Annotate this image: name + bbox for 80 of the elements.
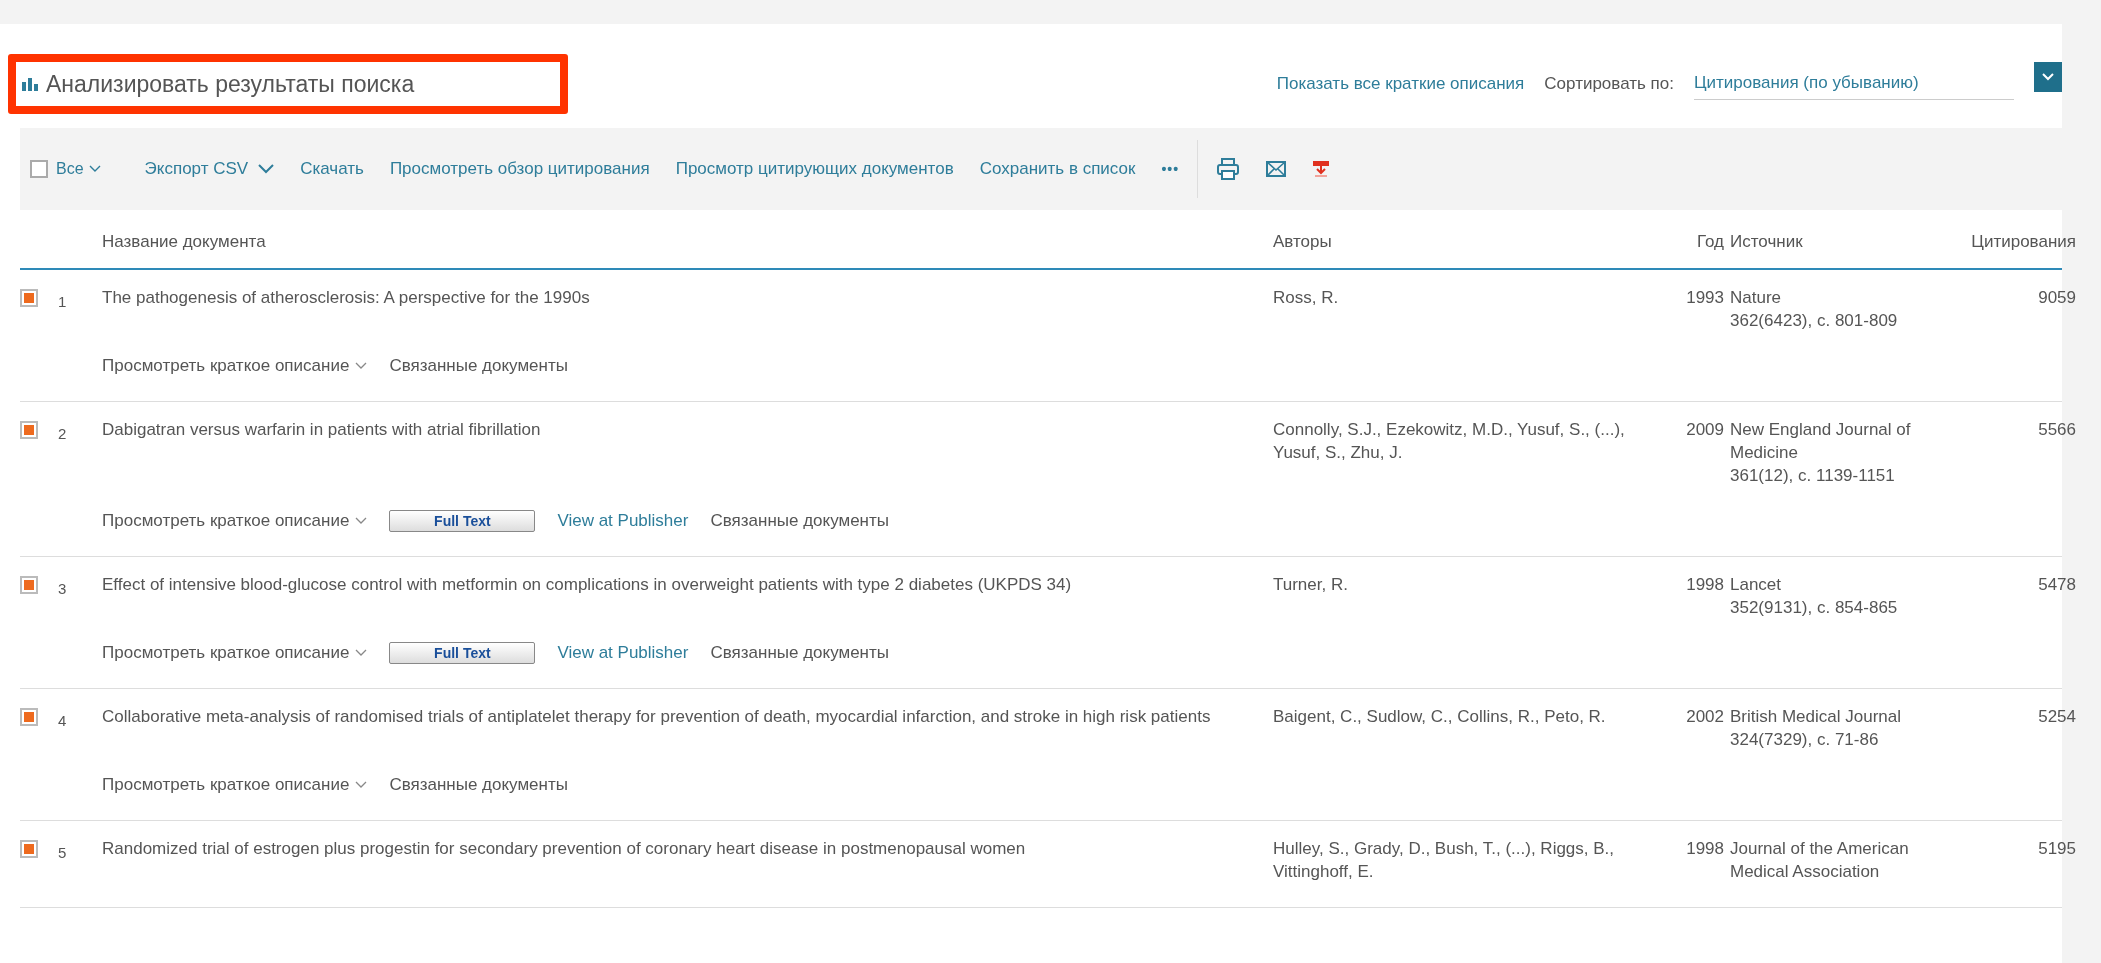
source-cell-text: Nature [1730, 287, 1783, 309]
toolbar-link[interactable]: Просмотреть обзор цитирования [389, 159, 650, 179]
chevron-down-icon [355, 648, 368, 657]
action-link[interactable]: View at Publisher [557, 641, 689, 664]
authors-cell-text: Hulley, S., Grady, D., Bush, T., (...), Riggs, B., Vittinghoff, E. [1273, 838, 1616, 883]
action-link[interactable]: Связанные документы [710, 509, 889, 532]
year-cell-text: 2002 [1685, 706, 1724, 728]
document-title-link[interactable]: Randomized trial of estrogen plus progestin for secondary prevention of coronary heart disease in postmenopausal women [102, 837, 1267, 883]
year-cell-text: 2009 [1685, 419, 1724, 441]
source-cell-text: Journal of the American Medical Association [1730, 838, 1910, 883]
chevron-down-icon [2041, 72, 2055, 82]
action-link[interactable]: Связанные документы [389, 773, 568, 796]
citations-cell-text: 5195 [2037, 838, 2076, 860]
row-number: 4 [58, 711, 68, 731]
select-all-dropdown[interactable]: Все [56, 160, 101, 178]
select-all-checkbox[interactable] [30, 160, 48, 178]
year-cell-text: 1998 [1685, 574, 1724, 596]
citations-cell-text: 5254 [2037, 706, 2076, 728]
row-checkbox[interactable] [20, 576, 38, 594]
bar-chart-icon [22, 77, 38, 91]
full-text-button[interactable]: Full Text [389, 509, 536, 532]
full-text-button[interactable]: Full Text [389, 641, 536, 664]
action-link[interactable]: Связанные документы [389, 354, 568, 377]
row-checkbox[interactable] [20, 708, 38, 726]
row-number: 5 [58, 843, 68, 863]
source-cell-text: 361(12), c. 1139-1151 [1730, 465, 1896, 487]
chevron-down-icon [88, 165, 101, 173]
action-link[interactable]: View at Publisher [557, 509, 689, 532]
dropdown-button[interactable] [2034, 62, 2062, 92]
source-cell-text: British Medical Journal [1730, 706, 1902, 728]
citations-cell-text: 5478 [2037, 574, 2076, 596]
pdf-icon[interactable] [1312, 159, 1331, 179]
authors-cell-text: Connolly, S.J., Ezekowitz, M.D., Yusuf, S., (...), Yusuf, S., Zhu, J. [1273, 419, 1626, 464]
document-title-link[interactable]: Collaborative meta-analysis of randomised trials of antiplatelet therapy for prevention of death, myocardial infarction, and stroke in high risk patients [102, 705, 1267, 751]
source-cell-text: 362(6423), c. 801-809 [1730, 310, 1899, 332]
sort-label: Сортировать по: [1544, 74, 1674, 94]
column-header[interactable]: Цитирования [1946, 232, 2076, 252]
action-link[interactable]: Связанные документы [710, 641, 889, 664]
authors-cell-text: Turner, R. [1273, 574, 1349, 596]
chevron-down-icon [355, 361, 368, 370]
source-cell-text: Lancet [1730, 574, 1783, 596]
show-abstracts-link[interactable]: Показать все краткие описания [1276, 74, 1525, 94]
print-icon[interactable] [1216, 158, 1241, 180]
export-dropdown[interactable]: Экспорт CSV [144, 159, 275, 179]
row-checkbox[interactable] [20, 421, 38, 439]
analyze-results-link[interactable]: Анализировать результаты поиска [22, 70, 415, 98]
column-header[interactable]: Название документа [102, 232, 1267, 252]
view-abstract-link[interactable]: Просмотреть краткое описание [102, 354, 368, 377]
citations-cell-text: 5566 [2037, 419, 2076, 441]
column-header[interactable]: Авторы [1273, 232, 1663, 252]
column-header[interactable]: Источник [1730, 232, 1940, 252]
source-cell-text: 352(9131), c. 854-865 [1730, 597, 1899, 619]
sort-dropdown[interactable]: Цитирования (по убыванию) [1694, 68, 2014, 100]
column-header[interactable]: Год [1669, 232, 1724, 252]
more-button[interactable]: ••• [1161, 161, 1180, 177]
source-cell-text: 324(7329), c. 71-86 [1730, 729, 1880, 751]
chevron-down-icon [258, 164, 275, 174]
view-abstract-link[interactable]: Просмотреть краткое описание [102, 641, 368, 664]
toolbar-link[interactable]: Скачать [300, 159, 364, 179]
row-checkbox[interactable] [20, 289, 38, 307]
year-cell-text: 1998 [1685, 838, 1724, 860]
year-cell-text: 1993 [1685, 287, 1724, 309]
row-number: 1 [58, 292, 68, 312]
document-title-link[interactable]: The pathogenesis of atherosclerosis: A perspective for the 1990s [102, 286, 1267, 332]
mail-icon[interactable] [1266, 161, 1287, 177]
row-number: 2 [58, 424, 68, 444]
chevron-down-icon [355, 516, 368, 525]
row-number: 3 [58, 579, 68, 599]
view-abstract-link[interactable]: Просмотреть краткое описание [102, 509, 368, 532]
toolbar-link[interactable]: Просмотр цитирующих документов [675, 159, 954, 179]
source-cell-text: New England Journal of Medicine [1730, 419, 1912, 464]
view-abstract-link[interactable]: Просмотреть краткое описание [102, 773, 368, 796]
toolbar-link[interactable]: Сохранить в список [979, 159, 1136, 179]
row-checkbox[interactable] [20, 840, 38, 858]
citations-cell-text: 9059 [2037, 287, 2076, 309]
authors-cell-text: Ross, R. [1273, 287, 1340, 309]
chevron-down-icon [355, 780, 368, 789]
document-title-link[interactable]: Effect of intensive blood-glucose control with metformin on complications in overweight patients with type 2 diabetes (UKPDS 34) [102, 573, 1267, 619]
document-title-link[interactable]: Dabigatran versus warfarin in patients with atrial fibrillation [102, 418, 1267, 487]
authors-cell-text: Baigent, C., Sudlow, C., Collins, R., Peto, R. [1273, 706, 1607, 728]
